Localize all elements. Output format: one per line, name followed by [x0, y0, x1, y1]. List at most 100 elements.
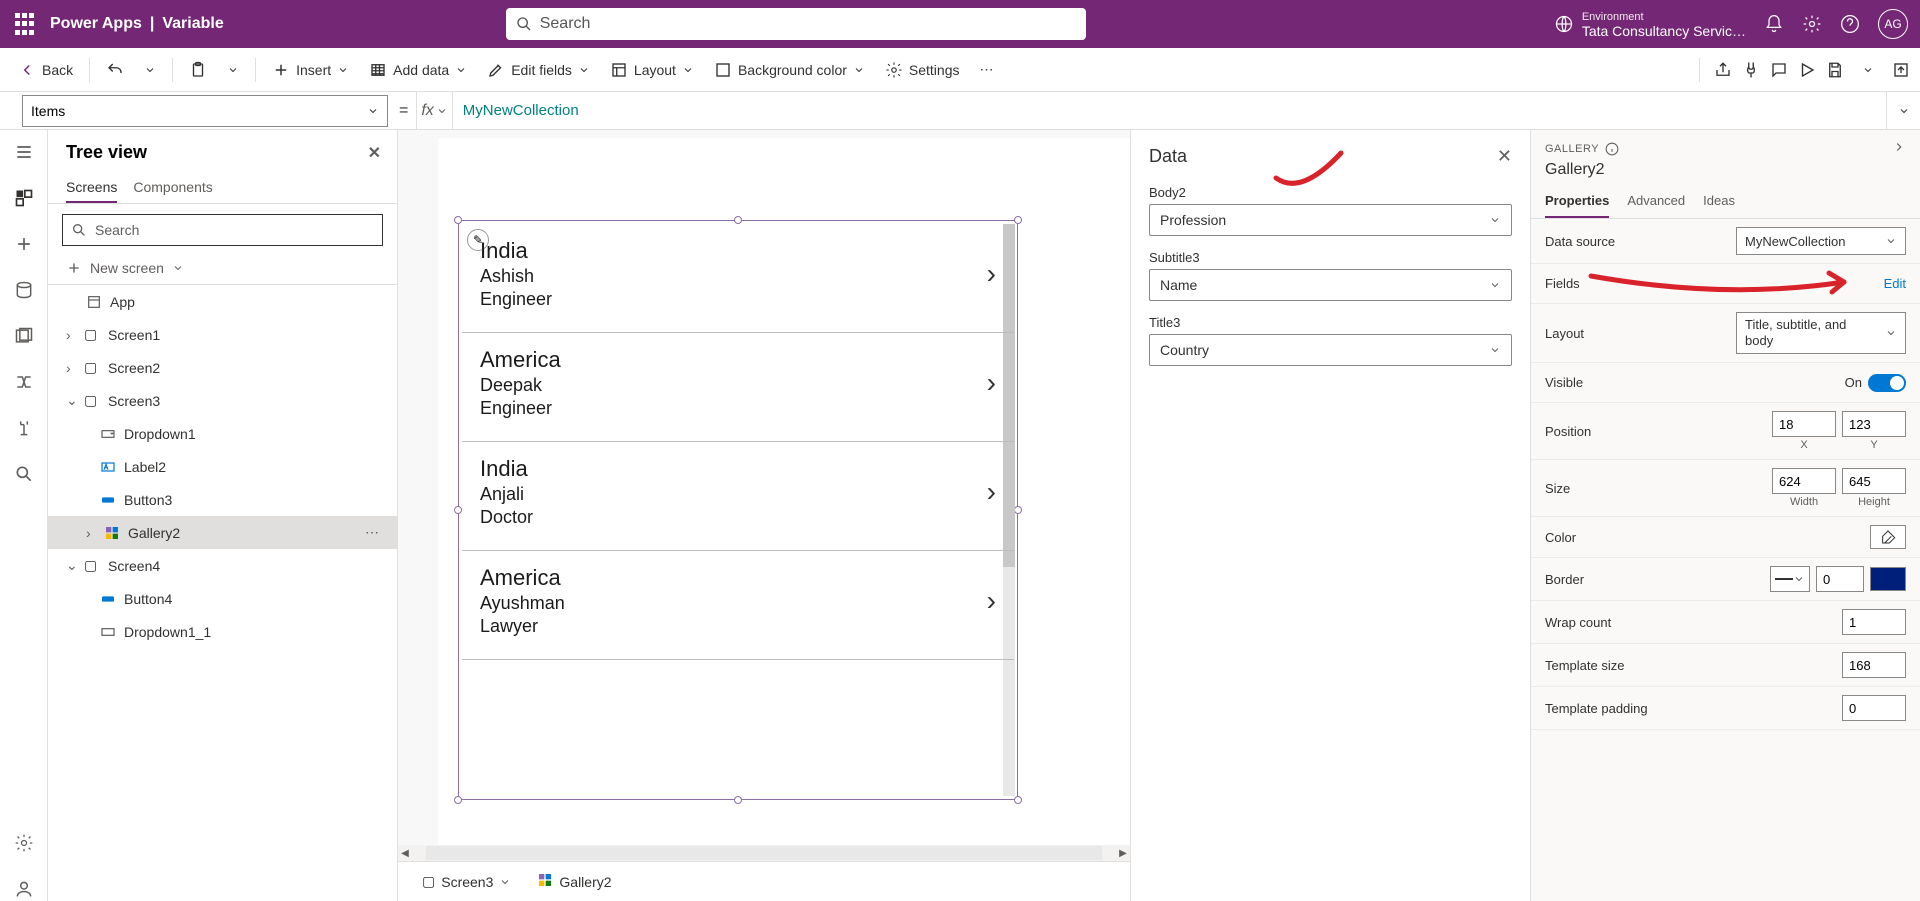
property-selector[interactable]: Items	[22, 95, 388, 127]
undo-button[interactable]	[98, 57, 132, 83]
formula-expand[interactable]	[1886, 92, 1920, 129]
paste-split[interactable]	[219, 60, 247, 80]
add-data-button[interactable]: Add data	[361, 57, 475, 83]
layout-button[interactable]: Layout	[602, 57, 702, 83]
title3-dropdown[interactable]: Country	[1149, 334, 1512, 366]
control-name: Gallery2	[1531, 159, 1920, 185]
gallery-selection[interactable]: ✎ India Ashish Engineer › America Deepak…	[458, 220, 1018, 800]
tree-screen2[interactable]: ›▢ Screen2	[48, 351, 397, 384]
height-input[interactable]	[1842, 468, 1906, 494]
rail-media-icon[interactable]	[12, 324, 36, 348]
border-color-picker[interactable]	[1870, 567, 1906, 591]
tree-label2[interactable]: Label2	[48, 450, 397, 483]
rail-search-icon[interactable]	[12, 462, 36, 486]
rail-insert-icon[interactable]	[12, 232, 36, 256]
wrap-count-input[interactable]	[1842, 609, 1906, 635]
bg-color-button[interactable]: Background color	[706, 57, 873, 83]
tree-button3[interactable]: Button3	[48, 483, 397, 516]
gallery-item[interactable]: India Ashish Engineer ›	[462, 224, 1014, 333]
tree-gallery2[interactable]: › Gallery2 ⋯	[48, 516, 397, 549]
control-type-label: GALLERY	[1545, 143, 1599, 155]
formula-bar: Items = fx MyNewCollection	[0, 92, 1920, 130]
tab-properties[interactable]: Properties	[1545, 185, 1609, 218]
tab-advanced[interactable]: Advanced	[1627, 185, 1685, 218]
tab-ideas[interactable]: Ideas	[1703, 185, 1735, 218]
subtitle3-dropdown[interactable]: Name	[1149, 269, 1512, 301]
tree-button4[interactable]: Button4	[48, 582, 397, 615]
comments-icon[interactable]	[1770, 61, 1788, 79]
tree-screen3[interactable]: ⌄▢ Screen3	[48, 384, 397, 417]
chevron-right-icon[interactable]: ›	[987, 258, 1002, 290]
rail-variables-icon[interactable]	[12, 416, 36, 440]
paste-button[interactable]	[181, 57, 215, 83]
subtitle3-label: Subtitle3	[1149, 250, 1512, 265]
settings-button[interactable]: Settings	[877, 57, 968, 83]
help-icon[interactable]	[1840, 14, 1860, 34]
notifications-icon[interactable]	[1764, 14, 1784, 34]
edit-fields-button[interactable]: Edit fields	[479, 57, 598, 83]
canvas-hscroll[interactable]: ◀▶	[398, 845, 1130, 861]
fields-edit-link[interactable]: Edit	[1884, 276, 1906, 291]
formula-input[interactable]: MyNewCollection	[457, 92, 1886, 129]
gallery-icon	[104, 525, 122, 541]
body2-dropdown[interactable]: Profession	[1149, 204, 1512, 236]
more-icon[interactable]: ⋯	[365, 524, 379, 541]
rail-virtual-agent-icon[interactable]	[12, 877, 36, 901]
width-input[interactable]	[1772, 468, 1836, 494]
position-y-input[interactable]	[1842, 411, 1906, 437]
settings-icon[interactable]	[1802, 14, 1822, 34]
gallery-item[interactable]: India Anjali Doctor ›	[462, 442, 1014, 551]
environment-picker[interactable]: Environment Tata Consultancy Servic…	[1554, 10, 1746, 38]
tree-close-icon[interactable]: ✕	[368, 143, 381, 163]
data-pane-close-icon[interactable]: ✕	[1497, 146, 1512, 167]
breadcrumb-screen[interactable]: ▢ Screen3	[416, 869, 517, 894]
layout-dropdown[interactable]: Title, subtitle, and body	[1736, 312, 1906, 354]
tree-dropdown1-1[interactable]: Dropdown1_1	[48, 615, 397, 648]
rail-flow-icon[interactable]	[12, 370, 36, 394]
rail-settings-icon[interactable]	[12, 831, 36, 855]
datasource-dropdown[interactable]: MyNewCollection	[1736, 227, 1906, 255]
insert-button[interactable]: Insert	[264, 57, 357, 83]
border-width-input[interactable]	[1816, 566, 1864, 592]
new-screen-button[interactable]: New screen	[48, 256, 397, 285]
info-icon[interactable]	[1605, 142, 1619, 156]
color-picker[interactable]	[1870, 525, 1906, 549]
overflow-button[interactable]: ⋯	[972, 57, 1002, 82]
fx-button[interactable]: fx	[416, 92, 452, 129]
breadcrumb-gallery[interactable]: Gallery2	[531, 868, 617, 895]
props-expand-icon[interactable]	[1892, 140, 1906, 157]
play-icon[interactable]	[1798, 61, 1816, 79]
save-icon[interactable]	[1826, 61, 1844, 79]
chevron-right-icon[interactable]: ›	[987, 585, 1002, 617]
template-size-input[interactable]	[1842, 652, 1906, 678]
tree-screen1[interactable]: ›▢ Screen1	[48, 318, 397, 351]
gallery-item-subtitle: Ashish	[480, 266, 987, 287]
save-split[interactable]	[1854, 60, 1882, 80]
back-button[interactable]: Back	[10, 57, 81, 83]
checker-icon[interactable]	[1742, 61, 1760, 79]
global-search[interactable]: Search	[506, 8, 1086, 40]
publish-icon[interactable]	[1892, 61, 1910, 79]
visible-toggle[interactable]	[1868, 374, 1906, 392]
tree-app[interactable]: App	[48, 285, 397, 318]
position-x-input[interactable]	[1772, 411, 1836, 437]
tab-components[interactable]: Components	[133, 173, 212, 203]
border-style-dropdown[interactable]	[1770, 566, 1810, 592]
tree-screen4[interactable]: ⌄▢ Screen4	[48, 549, 397, 582]
rail-hamburger-icon[interactable]	[12, 140, 36, 164]
rail-data-icon[interactable]	[12, 278, 36, 302]
app-launcher-icon[interactable]	[12, 12, 36, 36]
template-padding-input[interactable]	[1842, 695, 1906, 721]
design-canvas[interactable]: ✎ India Ashish Engineer › America Deepak…	[438, 138, 1130, 845]
user-avatar[interactable]: AG	[1878, 9, 1908, 39]
share-icon[interactable]	[1714, 61, 1732, 79]
tree-dropdown1[interactable]: Dropdown1	[48, 417, 397, 450]
gallery-item[interactable]: America Deepak Engineer ›	[462, 333, 1014, 442]
tree-search-input[interactable]: Search	[62, 214, 383, 246]
gallery-item[interactable]: America Ayushman Lawyer ›	[462, 551, 1014, 660]
undo-split[interactable]	[136, 60, 164, 80]
chevron-right-icon[interactable]: ›	[987, 367, 1002, 399]
chevron-right-icon[interactable]: ›	[987, 476, 1002, 508]
rail-tree-icon[interactable]	[12, 186, 36, 210]
tab-screens[interactable]: Screens	[66, 173, 117, 203]
